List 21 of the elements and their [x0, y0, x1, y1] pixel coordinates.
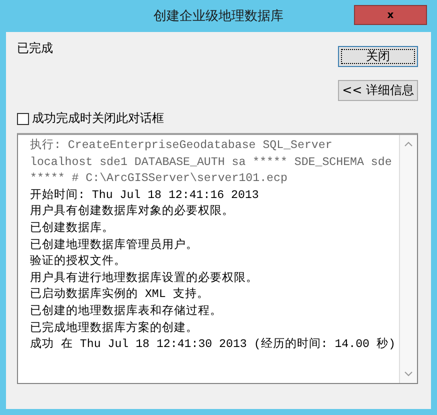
- checkbox-label: 成功完成时关闭此对话框: [32, 110, 164, 127]
- details-button[interactable]: << 详细信息: [338, 80, 418, 101]
- scroll-down-icon[interactable]: [404, 371, 413, 377]
- log-line: 用户具有创建数据库对象的必要权限。: [30, 204, 235, 220]
- close-dialog-button[interactable]: 关闭: [338, 46, 418, 67]
- status-text: 已完成: [17, 40, 54, 57]
- window-title: 创建企业级地理数据库: [154, 8, 284, 25]
- log-line: 已创建数据库。: [30, 220, 115, 237]
- scrollbar[interactable]: [399, 135, 417, 383]
- log-line: 验证的授权文件。: [30, 254, 127, 270]
- checkbox[interactable]: [17, 112, 29, 124]
- log-line: 成功 在 Thu Jul 18 12:41:30 2013 (经历的时间: 14.00 秒): [30, 337, 396, 354]
- log-line: 用户具有进行地理数据库设置的必要权限。: [30, 270, 259, 287]
- log-line: 已创建的地理数据库表和存储过程。: [30, 304, 223, 320]
- scroll-up-icon[interactable]: [404, 141, 413, 147]
- close-button[interactable]: x: [354, 5, 427, 25]
- command-line: 执行: CreateEnterpriseGeodatabase SQL_Server localhost sde1 DATABASE_AUTH sa ***** SDE_SCHEMA sde ***** # C:\ArcGISServer\server101.ecp: [30, 138, 393, 188]
- log-line: 已创建地理数据库管理员用户。: [30, 238, 199, 254]
- log-line: 开始时间: Thu Jul 18 12:41:16 2013: [30, 188, 260, 204]
- log-line: 已启动数据库实例的 XML 支持。: [30, 287, 210, 304]
- log-line: 已完成地理数据库方案的创建。: [30, 320, 199, 337]
